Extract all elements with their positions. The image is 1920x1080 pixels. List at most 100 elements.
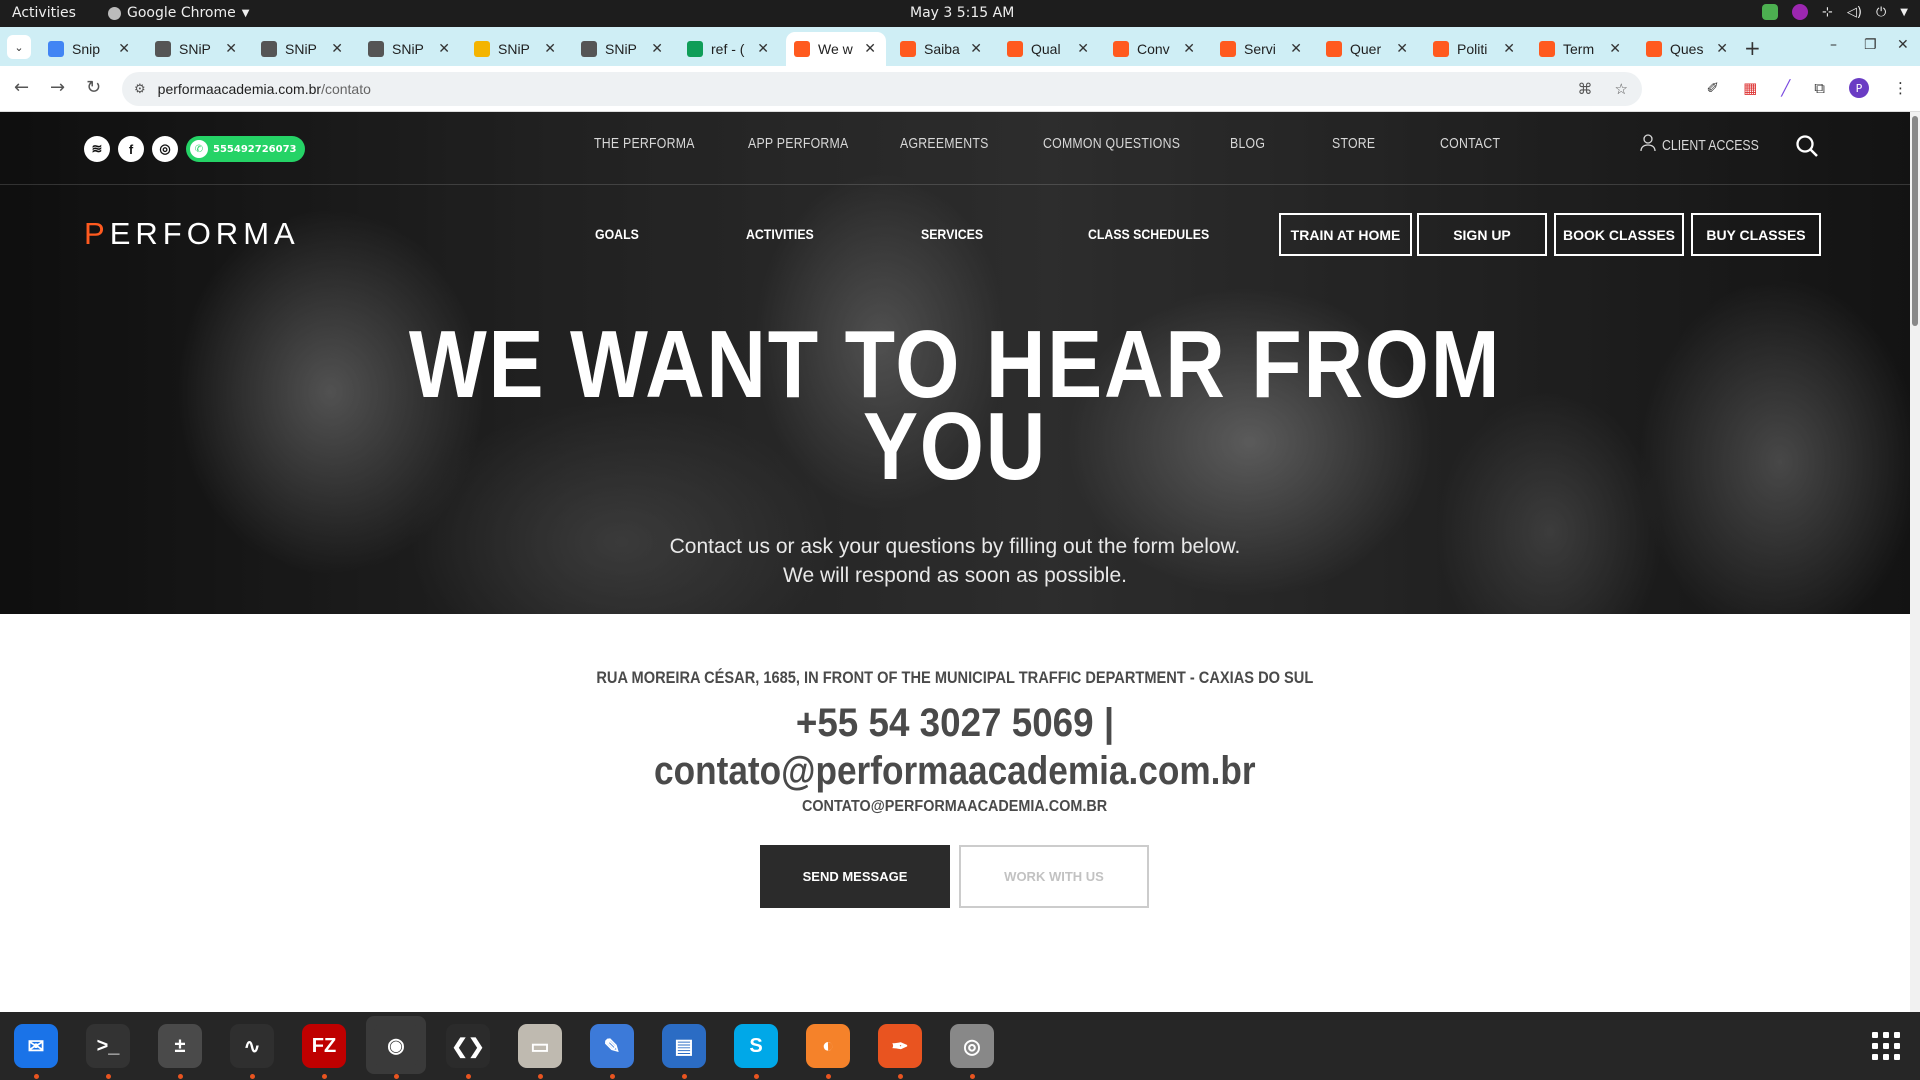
tab-close-icon[interactable]: ✕	[1077, 40, 1089, 57]
browser-tab[interactable]: Ques ✕	[1638, 32, 1738, 66]
thunderbird-icon[interactable]: ✉	[14, 1024, 58, 1068]
train-at-home-button[interactable]: TRAIN AT HOME	[1279, 213, 1412, 256]
browser-tab[interactable]: Qual ✕	[999, 32, 1099, 66]
tab-close-icon[interactable]: ✕	[651, 40, 663, 57]
power-icon[interactable]: ⏻	[1876, 5, 1886, 20]
book-classes-button[interactable]: BOOK CLASSES	[1554, 213, 1684, 256]
extensions-puzzle-icon[interactable]: ⧉	[1814, 79, 1825, 97]
eyedropper-extension-icon[interactable]: ✐	[1706, 79, 1719, 97]
filezilla-icon[interactable]: FZ	[302, 1024, 346, 1068]
facebook-icon[interactable]: f	[118, 136, 144, 162]
nav-activities[interactable]: ACTIVITIES	[746, 226, 814, 242]
tab-close-icon[interactable]: ✕	[225, 40, 237, 57]
tab-close-icon[interactable]: ✕	[331, 40, 343, 57]
disk-icon[interactable]: ◎	[950, 1024, 994, 1068]
tab-close-icon[interactable]: ✕	[1716, 40, 1728, 57]
address-bar[interactable]: ⚙ performaacademia.com.br/contato ⌘ ☆	[122, 72, 1642, 106]
tab-close-icon[interactable]: ✕	[970, 40, 982, 57]
search-icon[interactable]	[1795, 134, 1819, 162]
tab-close-icon[interactable]: ✕	[1183, 40, 1195, 57]
chrome-menu-icon[interactable]: ⋮	[1893, 79, 1908, 97]
browser-tab[interactable]: Politi ✕	[1425, 32, 1525, 66]
translate-icon[interactable]: ⌘	[1578, 80, 1593, 98]
topnav-the-performa[interactable]: THE PERFORMA	[594, 135, 695, 152]
tab-close-icon[interactable]: ✕	[1503, 40, 1515, 57]
tab-close-icon[interactable]: ✕	[544, 40, 556, 57]
browser-tab[interactable]: SNiP ✕	[466, 32, 566, 66]
scrollbar-thumb[interactable]	[1912, 116, 1918, 326]
skype-icon[interactable]: S	[734, 1024, 778, 1068]
topnav-common-questions[interactable]: COMMON QUESTIONS	[1043, 135, 1180, 152]
browser-tab[interactable]: SNiP ✕	[147, 32, 247, 66]
sign-up-button[interactable]: SIGN UP	[1417, 213, 1547, 256]
nav-goals[interactable]: GOALS	[595, 226, 639, 242]
browser-tab[interactable]: SNiP ✕	[253, 32, 353, 66]
topnav-app-performa[interactable]: APP PERFORMA	[748, 135, 848, 152]
tab-close-icon[interactable]: ✕	[438, 40, 450, 57]
tray-caret-icon[interactable]: ▼	[1900, 7, 1908, 18]
app-menu[interactable]: Google Chrome ▼	[108, 5, 249, 21]
page-scrollbar[interactable]	[1910, 112, 1920, 1012]
back-button[interactable]: ←	[14, 77, 29, 98]
tab-close-icon[interactable]: ✕	[1290, 40, 1302, 57]
topnav-store[interactable]: STORE	[1332, 135, 1375, 152]
performa-logo[interactable]: PERFORMA	[84, 216, 300, 252]
nav-class-schedules[interactable]: CLASS SCHEDULES	[1088, 226, 1209, 242]
activities-button[interactable]: Activities	[12, 5, 76, 21]
maximize-button[interactable]: ❐	[1864, 37, 1877, 53]
tab-close-icon[interactable]: ✕	[864, 40, 876, 57]
tab-close-icon[interactable]: ✕	[1396, 40, 1408, 57]
profile-avatar[interactable]: P	[1849, 78, 1869, 98]
close-window-button[interactable]: ✕	[1897, 37, 1909, 53]
browser-tab[interactable]: Saiba ✕	[892, 32, 992, 66]
browser-tab[interactable]: Snip ✕	[40, 32, 140, 66]
vscode-icon[interactable]: ❮❯	[446, 1024, 490, 1068]
work-with-us-button[interactable]: WORK WITH US	[959, 845, 1149, 908]
buy-classes-button[interactable]: BUY CLASSES	[1691, 213, 1821, 256]
system-tray[interactable]: ⊹ ◁) ⏻ ▼	[1762, 4, 1908, 20]
tab-search-button[interactable]: ⌄	[7, 35, 31, 59]
blender-icon[interactable]: ◐	[806, 1024, 850, 1068]
browser-tab[interactable]: ref - (✕	[679, 32, 779, 66]
send-message-button[interactable]: SEND MESSAGE	[760, 845, 950, 908]
minimize-button[interactable]: –	[1830, 37, 1837, 53]
calculator-icon[interactable]: ±	[158, 1024, 202, 1068]
email-large[interactable]: contato@performaacademia.com.br	[0, 748, 1910, 794]
spotify-icon[interactable]: ≋	[84, 136, 110, 162]
browser-tab[interactable]: Conv ✕	[1105, 32, 1205, 66]
topnav-contact[interactable]: CONTACT	[1440, 135, 1500, 152]
files-icon[interactable]: ▭	[518, 1024, 562, 1068]
instagram-icon[interactable]: ◎	[152, 136, 178, 162]
browser-tab[interactable]: SNiP ✕	[573, 32, 673, 66]
clock[interactable]: May 3 5:15 AM	[910, 5, 1014, 21]
network-icon[interactable]: ⊹	[1822, 5, 1833, 20]
inkscape-icon[interactable]: ✒	[878, 1024, 922, 1068]
terminal-icon[interactable]: >_	[86, 1024, 130, 1068]
bookmark-star-icon[interactable]: ☆	[1615, 80, 1628, 98]
nav-services[interactable]: SERVICES	[921, 226, 983, 242]
tab-close-icon[interactable]: ✕	[1609, 40, 1621, 57]
update-icon[interactable]	[1762, 4, 1779, 20]
site-info-icon[interactable]: ⚙	[134, 82, 146, 97]
tab-close-icon[interactable]: ✕	[757, 40, 769, 57]
forward-button[interactable]: →	[50, 77, 65, 98]
reload-button[interactable]: ↻	[86, 77, 101, 98]
pen-extension-icon[interactable]: ╱	[1781, 79, 1790, 97]
app-indicator-icon[interactable]	[1792, 4, 1809, 20]
new-tab-button[interactable]: +	[1744, 36, 1761, 60]
url-text[interactable]: performaacademia.com.br/contato	[158, 81, 371, 97]
tab-close-icon[interactable]: ✕	[118, 40, 130, 57]
client-access-link[interactable]: CLIENT ACCESS	[1640, 134, 1780, 156]
browser-tab[interactable]: Servi ✕	[1212, 32, 1312, 66]
calendar-extension-icon[interactable]: ▦	[1743, 79, 1757, 97]
browser-tab[interactable]: We w ✕	[786, 32, 886, 66]
text-editor-icon[interactable]: ✎	[590, 1024, 634, 1068]
browser-tab[interactable]: Term ✕	[1531, 32, 1631, 66]
document-viewer-icon[interactable]: ▤	[662, 1024, 706, 1068]
browser-tab[interactable]: Quer ✕	[1318, 32, 1418, 66]
whatsapp-button[interactable]: ✆ 555492726073	[186, 136, 305, 162]
phone-number[interactable]: +55 54 3027 5069 |	[0, 700, 1910, 746]
browser-tab[interactable]: SNiP ✕	[360, 32, 460, 66]
volume-icon[interactable]: ◁)	[1847, 5, 1862, 20]
system-monitor-icon[interactable]: ∿	[230, 1024, 274, 1068]
